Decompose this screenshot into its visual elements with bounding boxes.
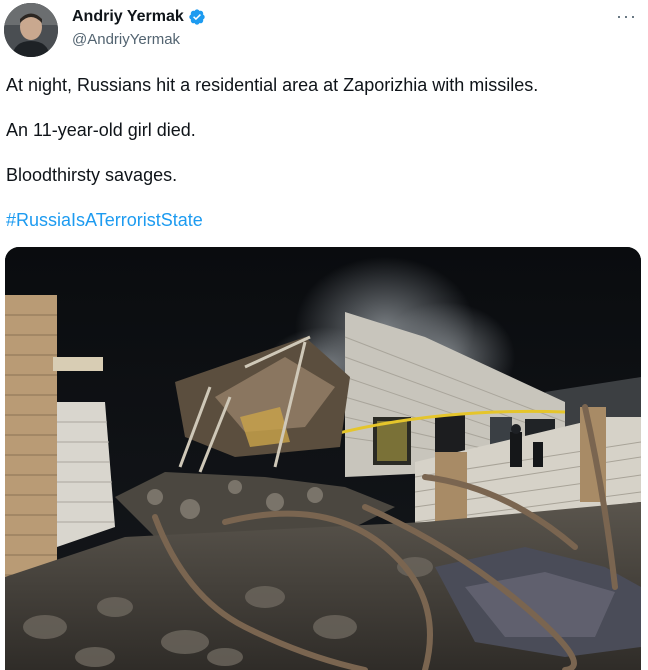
tweet-text-line-3: Bloodthirsty savages.: [6, 165, 178, 185]
author-name-row: Andriy Yermak: [72, 8, 206, 26]
tweet-header: Andriy Yermak @AndriyYermak ···: [0, 0, 648, 64]
tweet-text-line-1: At night, Russians hit a residential are…: [6, 75, 539, 95]
author-handle[interactable]: @AndriyYermak: [72, 31, 180, 48]
avatar[interactable]: [4, 3, 58, 57]
tweet-text-line-2: An 11-year-old girl died.: [6, 120, 196, 140]
author-display-name[interactable]: Andriy Yermak: [72, 8, 184, 26]
verified-badge-icon: [188, 8, 206, 26]
hashtag-link[interactable]: #RussiaIsATerroristState: [6, 210, 203, 231]
tweet-photo[interactable]: [5, 247, 641, 670]
more-options-icon[interactable]: ···: [616, 6, 637, 27]
